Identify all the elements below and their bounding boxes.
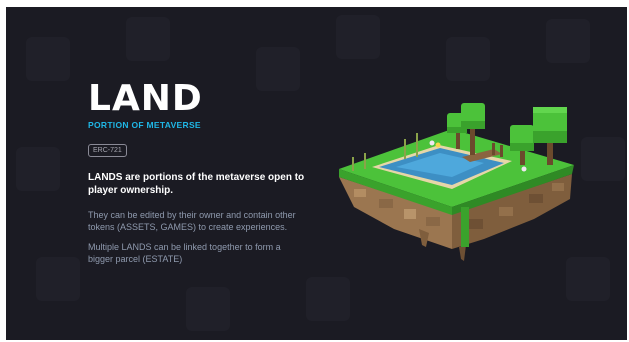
bg-tile [581,137,625,181]
description-paragraph-2: Multiple LANDS can be linked together to… [88,242,281,264]
description-paragraph-1: They can be edited by their owner and co… [88,210,296,232]
headline: LANDS are portions of the metaverse open… [88,172,305,196]
bg-tile [446,37,490,81]
dirt-block [552,183,564,191]
subtitle: PORTION OF METAVERSE [88,120,201,130]
dirt-block [404,209,416,219]
flower [429,140,435,146]
flower [435,142,441,148]
tree-canopy-shade [533,131,567,143]
dirt-block [426,217,440,226]
tree-canopy-shade [510,143,534,151]
dirt-block [469,219,483,229]
bg-tile [16,147,60,191]
reed [416,133,418,157]
dirt-block [354,189,366,197]
bg-tile [36,257,80,301]
dirt-drip [459,245,466,261]
flower [521,166,527,172]
reed [404,139,406,159]
dirt-block [529,194,543,203]
bg-tile [126,17,170,61]
tree-canopy-highlight [533,107,567,113]
reed [352,157,354,171]
bg-tile [546,19,590,63]
bg-tile [336,15,380,59]
dirt-block [379,199,393,208]
bg-tile [26,37,70,81]
tree-canopy-shade [461,121,485,129]
page-title: LAND [88,78,203,119]
voxel-land-island-icon [339,103,574,261]
hanging-vine [461,207,469,247]
reed [364,153,366,169]
dock-post [492,143,495,155]
dirt-block [499,207,513,216]
dock-post [500,145,503,157]
bg-tile [186,287,230,331]
token-standard-badge: ERC-721 [88,144,127,157]
info-panel: LAND PORTION OF METAVERSE ERC-721 LANDS … [88,81,318,265]
bg-tile [306,277,350,321]
slide-frame: LAND PORTION OF METAVERSE ERC-721 LANDS … [6,7,627,340]
